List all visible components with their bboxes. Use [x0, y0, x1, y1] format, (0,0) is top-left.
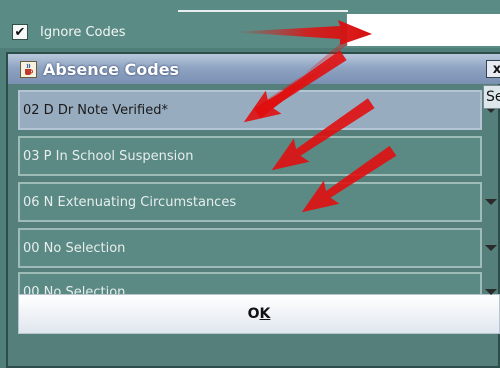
tooltip-fragment: Se	[483, 85, 500, 109]
checkmark-icon: ✔	[14, 24, 26, 40]
dropdown-arrow-3[interactable]	[484, 182, 500, 222]
close-icon: x	[492, 61, 500, 77]
caret-down-icon	[485, 245, 497, 251]
dropdown-arrow-4[interactable]	[484, 228, 500, 268]
ok-button[interactable]: OK	[18, 294, 500, 334]
divider-line	[178, 10, 348, 12]
ok-mnemonic: K	[259, 306, 271, 322]
absence-code-select-1[interactable]: 02 D Dr Note Verified*	[18, 90, 482, 130]
ignore-codes-checkbox[interactable]: ✔	[12, 24, 28, 40]
absence-code-select-4[interactable]: 00 No Selection	[18, 228, 482, 268]
top-panel: ✔ Ignore Codes	[0, 0, 500, 48]
select-value: 03 P In School Suspension	[23, 148, 194, 164]
close-button[interactable]: x	[486, 60, 500, 78]
ok-label: OK	[247, 306, 271, 322]
absence-codes-dialog: Absence Codes x 02 D Dr Note Verified* 0…	[6, 52, 500, 368]
caret-down-icon	[485, 199, 497, 205]
select-value: 02 D Dr Note Verified*	[23, 102, 168, 118]
code-input-field[interactable]	[346, 14, 500, 46]
java-coffee-cup-icon	[20, 60, 37, 78]
select-value: 06 N Extenuating Circumstances	[23, 194, 237, 210]
ignore-codes-option[interactable]: ✔ Ignore Codes	[12, 20, 126, 44]
ignore-codes-label: Ignore Codes	[40, 24, 126, 40]
dropdown-arrow-5[interactable]	[484, 272, 500, 312]
caret-down-icon	[485, 289, 497, 295]
dialog-titlebar[interactable]: Absence Codes x	[8, 54, 500, 84]
absence-code-select-3[interactable]: 06 N Extenuating Circumstances	[18, 182, 482, 222]
select-value: 00 No Selection	[23, 240, 126, 256]
dialog-title: Absence Codes	[43, 59, 180, 79]
absence-code-select-2[interactable]: 03 P In School Suspension	[18, 136, 482, 176]
